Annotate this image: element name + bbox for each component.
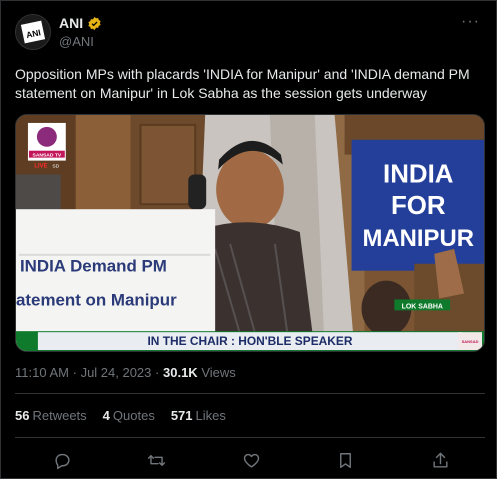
views-count: 30.1K [163, 365, 198, 380]
live-label: LIVE [34, 164, 47, 170]
lok-sabha-label: LOK SABHA [402, 303, 443, 310]
author-name[interactable]: ANI [59, 15, 83, 31]
verified-badge-icon [88, 16, 101, 30]
tweet-time[interactable]: 11:10 AM [15, 365, 69, 380]
likes-count: 571 [170, 408, 193, 423]
retweets-label: Retweets [32, 408, 87, 423]
placard-left-line1: INDIA Demand PM [20, 257, 167, 276]
quotes-stat[interactable]: 4 Quotes [103, 408, 155, 423]
author-name-row: ANI [59, 15, 102, 31]
ticker-text: IN THE CHAIR : HON'BLE SPEAKER [147, 334, 352, 348]
sd-label: SD [52, 164, 59, 170]
bookmark-icon [340, 452, 351, 468]
share-icon [432, 452, 448, 468]
like-button[interactable] [240, 450, 262, 470]
reply-button[interactable] [51, 450, 73, 470]
meta-separator: · [155, 365, 160, 380]
tweet-stats: 56 Retweets 4 Quotes 571 Likes [15, 408, 226, 423]
quotes-label: Quotes [112, 408, 155, 423]
placard-right-line2: FOR [391, 192, 446, 220]
retweet-icon [147, 454, 166, 466]
divider [15, 437, 485, 438]
tweet-card: ANI ANI @ANI ··· Opposition MPs with pla… [0, 0, 497, 479]
retweets-stat[interactable]: 56 Retweets [15, 408, 87, 423]
placard-right-line1: INDIA [383, 160, 453, 188]
placard-right-line3: MANIPUR [363, 225, 474, 252]
tweet-meta: 11:10 AM · Jul 24, 2023 · 30.1K Views [15, 365, 236, 380]
share-button[interactable] [429, 450, 451, 470]
like-icon [243, 453, 259, 468]
reply-icon [54, 453, 70, 469]
tweet-date[interactable]: Jul 24, 2023 [81, 365, 152, 380]
retweets-count: 56 [15, 408, 30, 423]
corner-tag: SANSAD [462, 339, 479, 344]
views-label: Views [201, 365, 236, 380]
divider [15, 393, 485, 394]
tweet-media-image[interactable]: INDIA Demand PM atement on Manipur INDIA… [15, 114, 485, 352]
avatar[interactable]: ANI [15, 14, 51, 50]
likes-label: Likes [195, 408, 226, 423]
bookmark-button[interactable] [335, 450, 357, 470]
placard-left-line2: atement on Manipur [16, 290, 177, 309]
author-handle[interactable]: @ANI [59, 34, 94, 49]
quotes-count: 4 [102, 408, 110, 423]
more-options-icon[interactable]: ··· [461, 13, 480, 31]
tweet-text: Opposition MPs with placards 'INDIA for … [15, 66, 470, 101]
likes-stat[interactable]: 571 Likes [171, 408, 226, 423]
channel-logo-text: SANSAD TV [33, 153, 62, 159]
meta-separator: · [72, 365, 77, 380]
action-bar [51, 450, 451, 470]
retweet-button[interactable] [146, 450, 168, 470]
